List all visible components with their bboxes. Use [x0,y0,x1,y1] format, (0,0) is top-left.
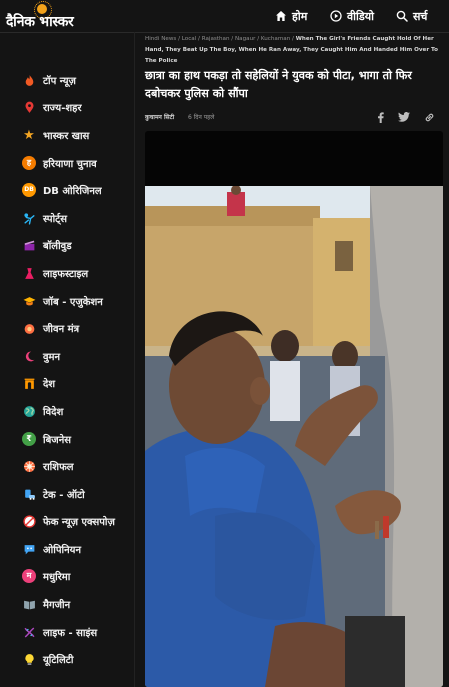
home-icon [276,11,286,21]
nav-video-button[interactable]: वीडियो [330,7,374,25]
sports-icon [22,211,36,225]
nav-home-label: होम [292,9,308,23]
haryana-election-icon: ह [22,156,36,170]
sidebar-item-bollywood[interactable]: बॉलीवुड [22,235,72,255]
sidebar-item-opinion[interactable]: ओपिनियन [22,539,81,559]
sidebar-item-label: वुमन [43,352,61,363]
sidebar-item-label: स्पोर्ट्स [43,214,67,225]
link-icon[interactable] [423,111,435,123]
article-time: 6 दिन पहले [188,114,215,121]
article-meta: कुचामन सिटी 6 दिन पहले [145,111,441,123]
sidebar-item-top-news[interactable]: टॉप न्यूज़ [22,70,76,90]
sidebar-item-utility[interactable]: यूटिलिटी [22,649,73,669]
jeevan-mantra-icon [22,321,36,335]
play-circle-icon [330,10,342,22]
sidebar-item-label: मधुरिमा [43,572,71,583]
sidebar-item-label: फेक न्यूज़ एक्सपोज़ [43,517,115,528]
sidebar-item-label: बॉलीवुड [43,241,72,252]
sidebar-item-label: ओपिनियन [43,545,81,556]
sidebar-item-label: हरियाणा चुनाव [43,159,97,170]
sidebar-item-label: टॉप न्यूज़ [43,76,76,87]
twitter-icon[interactable] [398,111,410,123]
article-author[interactable]: कुचामन सिटी [145,113,174,121]
sidebar-item-haryana-election[interactable]: ह हरियाणा चुनाव [22,153,97,173]
sidebar-item-desh[interactable]: देश [22,373,55,393]
sidebar-item-label: लाइफस्टाइल [43,269,89,280]
madhurima-icon: म [22,569,36,583]
zodiac-wheel-icon [22,459,36,473]
column-divider [134,32,135,687]
sidebar-item-life-science[interactable]: लाइफ - साइंस [22,622,97,642]
sidebar-item-rashifal[interactable]: राशिफल [22,456,74,476]
sidebar-item-label: जीवन मंत्र [43,324,80,335]
article-headline: छात्रा का हाथ पकड़ा तो सहेलियों ने युवक … [145,69,412,100]
woman-icon [22,349,36,363]
video-frame [145,186,443,687]
sidebar-item-label: बिजनेस [43,435,72,446]
speech-bubble-icon [22,542,36,556]
db-original-icon: DB [22,183,36,197]
sidebar-item-videsh[interactable]: विदेश [22,401,63,421]
nav-home-button[interactable]: होम [275,7,307,25]
sidebar-item-label: विदेश [43,407,64,418]
sidebar-item-lifestyle[interactable]: लाइफस्टाइल [22,263,88,283]
sidebar-item-db-original[interactable]: DB DB ओरिजिनल [22,180,102,200]
breadcrumb-link[interactable]: Local [182,36,197,42]
facebook-icon[interactable] [374,111,386,123]
globe-icon [22,404,36,418]
top-header: दैनिक भास्कर होम वीडियो सर्च [0,0,449,33]
sidebar-item-label: भास्कर खास [43,131,90,142]
magazine-icon [22,597,36,611]
sidebar-item-label: देश [43,379,56,390]
sidebar-item-label: टेक - ऑटो [43,490,85,501]
sidebar-item-label: राज्य-शहर [43,103,82,114]
sidebar-item-sports[interactable]: स्पोर्ट्स [22,208,67,228]
nav-search-label: सर्च [413,9,428,23]
sidebar-item-states[interactable]: राज्य-शहर [22,97,82,117]
lifestyle-icon [22,266,36,280]
sidebar-item-label: जॉब - एजुकेशन [43,297,103,308]
bulb-icon [22,652,36,666]
sidebar-item-label: राशिफल [43,462,74,473]
sidebar-item-magazine[interactable]: मैगजीन [22,594,70,614]
india-gate-icon [22,376,36,390]
graduation-cap-icon [22,294,36,308]
logo-text: दैनिक भास्कर [6,14,74,30]
breadcrumb: Hindi News / Local / Rajasthan / Nagaur … [145,36,438,64]
search-icon [396,10,408,22]
clapperboard-icon [22,238,36,252]
sidebar-item-jeevan-mantra[interactable]: जीवन मंत्र [22,318,79,338]
nav-search-button[interactable]: सर्च [396,7,427,25]
breadcrumb-link[interactable]: Hindi News [145,36,176,42]
sidebar-item-label: DB ओरिजिनल [43,186,102,197]
nav-video-label: वीडियो [347,9,374,23]
sidebar-item-fake-news[interactable]: फेक न्यूज़ एक्सपोज़ [22,511,115,531]
sidebar-item-job-education[interactable]: जॉब - एजुकेशन [22,291,103,311]
breadcrumb-link[interactable]: Kuchaman [261,36,290,42]
video-still-image [145,186,443,687]
dna-icon [22,625,36,639]
sidebar-item-tech-auto[interactable]: टेक - ऑटो [22,484,85,504]
sidebar-item-madhurima[interactable]: म मधुरिमा [22,566,70,586]
sidebar-item-woman[interactable]: वुमन [22,346,60,366]
sidebar-item-business[interactable]: ₹ बिजनेस [22,429,71,449]
star-icon: ★ [23,127,35,143]
sidebar-item-label: लाइफ - साइंस [43,628,98,639]
flame-icon [22,73,36,87]
breadcrumb-link[interactable]: Nagaur [235,36,255,42]
sidebar-item-label: यूटिलिटी [43,655,74,666]
rupee-icon: ₹ [22,432,36,446]
tech-auto-icon [22,487,36,501]
sidebar-item-bhaskar-khas[interactable]: ★ भास्कर खास [22,125,89,145]
video-player[interactable] [145,131,443,687]
sidebar-item-label: मैगजीन [43,600,71,611]
fake-news-icon [22,514,36,528]
location-pin-icon [22,100,36,114]
breadcrumb-link[interactable]: Rajasthan [202,36,230,42]
